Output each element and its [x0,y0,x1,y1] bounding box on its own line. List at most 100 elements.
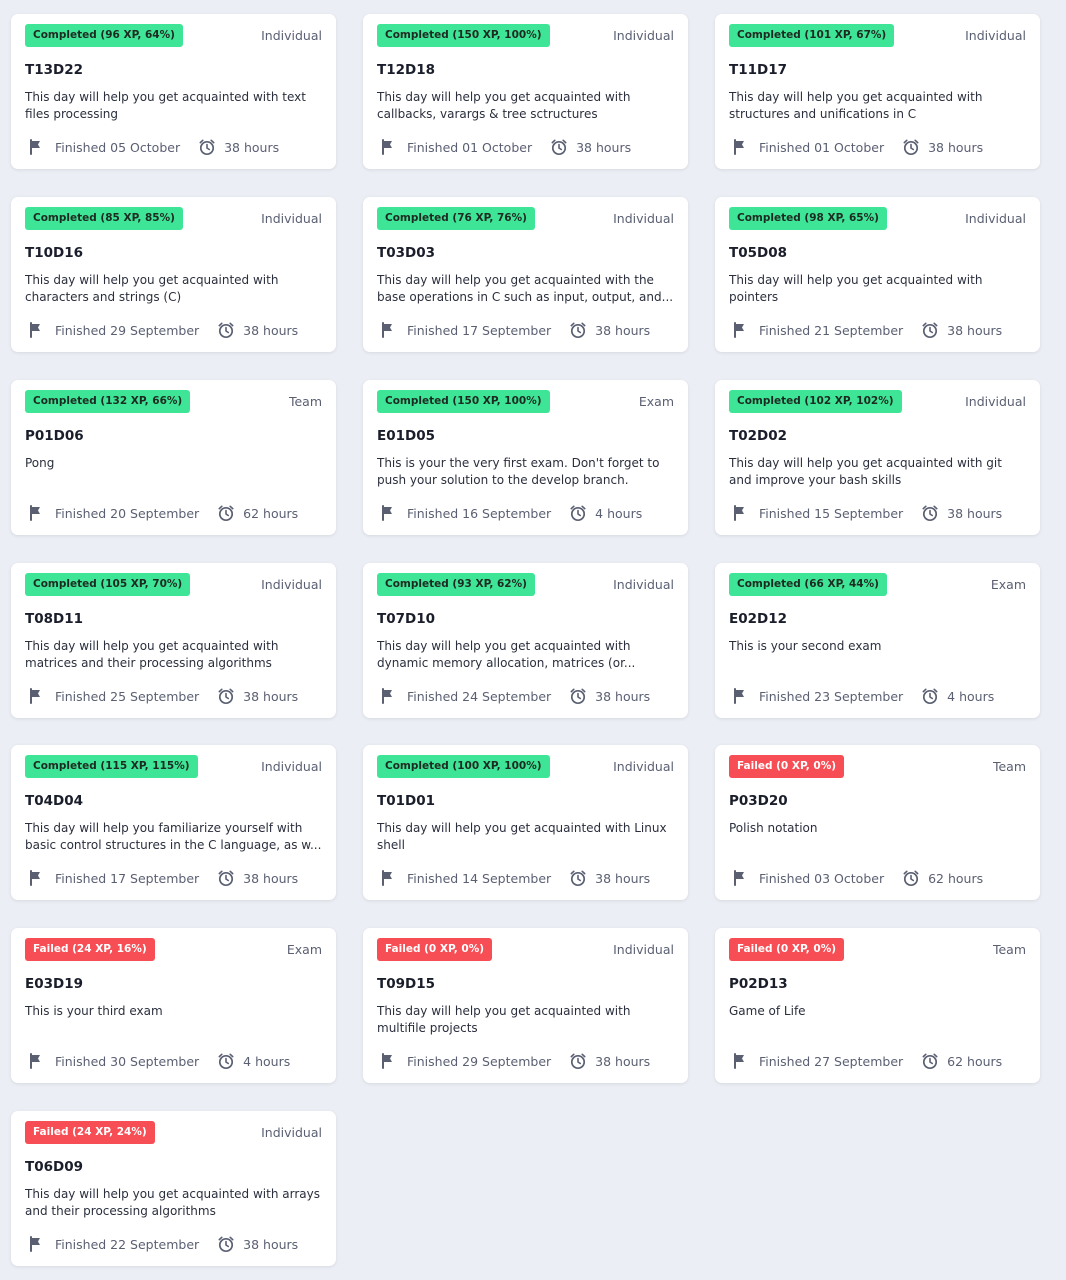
project-description: This day will help you get acquainted wi… [377,273,674,304]
flag-icon [731,869,749,887]
alarm-clock-icon [217,687,235,705]
project-type: Individual [965,394,1026,409]
finished-date: Finished 29 September [55,322,200,338]
flag-icon [379,687,397,705]
duration: 38 hours [928,139,984,155]
project-code: T06D09 [25,1159,83,1175]
finished-date: Finished 01 October [407,139,533,155]
project-type: Team [992,942,1026,957]
project-type: Individual [613,759,674,774]
project-card[interactable]: Completed (132 XP, 66%) Team P01D06 Pong Fin… [11,380,336,535]
flag-icon [379,504,397,522]
project-meta: Finished 17 September 38 hours [27,869,298,887]
project-card[interactable]: Failed (0 XP, 0%) Team P03D20 Polish notati… [715,745,1040,900]
duration: 38 hours [595,688,651,704]
project-description: This day will help you get acquainted wi… [25,1187,320,1218]
project-card[interactable]: Completed (102 XP, 102%) Individual T02D02… [715,380,1040,535]
project-meta: Finished 01 October 38 hours [379,138,631,156]
project-card[interactable]: Failed (0 XP, 0%) Individual T09D15 This da… [363,928,688,1083]
flag-icon [27,138,45,156]
project-card[interactable]: Completed (105 XP, 70%) Individual T08D11 T… [11,563,336,718]
project-card[interactable]: Completed (150 XP, 100%) Individual T12D18… [363,14,688,169]
duration: 62 hours [928,870,984,886]
finished-date: Finished 30 September [55,1053,200,1069]
alarm-clock-icon [217,321,235,339]
project-meta: Finished 29 September 38 hours [379,1052,650,1070]
project-meta: Finished 20 September 62 hours [27,504,298,522]
finished-date: Finished 14 September [407,870,552,886]
project-card[interactable]: Completed (93 XP, 62%) Individual T07D10 Th… [363,563,688,718]
project-meta: Finished 24 September 38 hours [379,687,650,705]
project-code: T11D17 [729,62,787,78]
project-meta: Finished 17 September 38 hours [379,321,650,339]
project-type: Individual [261,759,322,774]
project-meta: Finished 14 September 38 hours [379,869,650,887]
alarm-clock-icon [902,138,920,156]
project-card[interactable]: Completed (115 XP, 115%) Individual T04D04… [11,745,336,900]
status-badge: Completed (115 XP, 115%) [25,755,198,778]
project-card[interactable]: Completed (76 XP, 76%) Individual T03D03 Th… [363,197,688,352]
status-badge: Completed (132 XP, 66%) [25,390,191,413]
project-meta: Finished 29 September 38 hours [27,321,298,339]
duration: 38 hours [595,870,651,886]
project-card[interactable]: Completed (96 XP, 64%) Individual T13D22 Th… [11,14,336,169]
flag-icon [731,321,749,339]
project-type: Individual [261,211,322,226]
project-card[interactable]: Completed (150 XP, 100%) Exam E01D05 This i… [363,380,688,535]
project-description: This day will help you get acquainted wi… [729,90,983,121]
status-badge: Completed (66 XP, 44%) [729,573,887,596]
alarm-clock-icon [217,869,235,887]
duration: 38 hours [576,139,632,155]
project-card[interactable]: Failed (0 XP, 0%) Team P02D13 Game of Life F… [715,928,1040,1083]
finished-date: Finished 03 October [759,870,885,886]
project-meta: Finished 03 October 62 hours [731,869,983,887]
finished-date: Finished 17 September [55,870,200,886]
alarm-clock-icon [217,1052,235,1070]
duration: 38 hours [224,139,280,155]
project-code: T13D22 [25,62,83,78]
project-code: T02D02 [729,428,787,444]
project-description: This is your the very first exam. Don't … [377,456,660,487]
alarm-clock-icon [550,138,568,156]
project-code: E01D05 [377,428,436,444]
project-description: This day will help you familiarize yours… [25,821,322,852]
project-code: P02D13 [729,976,788,992]
finished-date: Finished 29 September [407,1053,552,1069]
project-description: This day will help you get acquainted wi… [729,273,983,304]
project-type: Individual [965,28,1026,43]
project-card[interactable]: Completed (85 XP, 85%) Individual T10D16 Th… [11,197,336,352]
flag-icon [27,504,45,522]
project-code: E02D12 [729,611,788,627]
finished-date: Finished 23 September [759,688,904,704]
alarm-clock-icon [921,687,939,705]
project-meta: Finished 30 September 4 hours [27,1052,290,1070]
project-card[interactable]: Failed (24 XP, 16%) Exam E03D19 This is you… [11,928,336,1083]
project-type: Exam [638,394,674,409]
project-description: This day will help you get acquainted wi… [25,273,279,304]
status-badge: Failed (0 XP, 0%) [729,755,845,778]
project-description: This day will help you get acquainted wi… [25,639,279,670]
project-card[interactable]: Completed (98 XP, 65%) Individual T05D08 Th… [715,197,1040,352]
flag-icon [379,869,397,887]
project-description: This day will help you get acquainted wi… [377,821,667,852]
project-type: Individual [613,577,674,592]
alarm-clock-icon [921,504,939,522]
finished-date: Finished 16 September [407,505,552,521]
project-card[interactable]: Completed (100 XP, 100%) Individual T01D01… [363,745,688,900]
duration: 38 hours [947,322,1003,338]
project-description: This day will help you get acquainted wi… [25,90,306,121]
alarm-clock-icon [198,138,216,156]
project-meta: Finished 21 September 38 hours [731,321,1002,339]
duration: 38 hours [243,870,299,886]
finished-date: Finished 01 October [759,139,885,155]
project-type: Exam [990,577,1026,592]
project-type: Exam [286,942,322,957]
finished-date: Finished 22 September [55,1236,200,1252]
flag-icon [731,687,749,705]
project-meta: Finished 05 October 38 hours [27,138,279,156]
project-card[interactable]: Completed (66 XP, 44%) Exam E02D12 This is … [715,563,1040,718]
project-card[interactable]: Completed (101 XP, 67%) Individual T11D17 T… [715,14,1040,169]
project-description: This is your third exam [25,1004,163,1018]
project-card[interactable]: Failed (24 XP, 24%) Individual T06D09 This … [11,1111,336,1266]
status-badge: Completed (98 XP, 65%) [729,207,887,230]
